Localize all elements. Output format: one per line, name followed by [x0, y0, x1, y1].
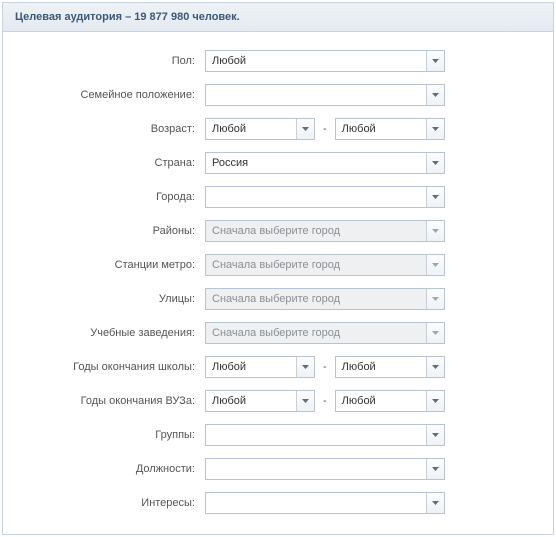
row-metro: Станции метро: Сначала выберите город — [23, 254, 533, 276]
row-country: Страна: Россия — [23, 152, 533, 174]
select-value: Сначала выберите город — [206, 225, 426, 237]
row-groups: Группы: — [23, 424, 533, 446]
select-value: Любой — [206, 395, 296, 407]
label-groups: Группы: — [23, 429, 205, 441]
select-value: Сначала выберите город — [206, 293, 426, 305]
chevron-down-icon — [426, 85, 444, 105]
label-cities: Города: — [23, 191, 205, 203]
label-gender: Пол: — [23, 55, 205, 67]
chevron-down-icon — [426, 323, 444, 343]
country-select[interactable]: Россия — [205, 152, 445, 174]
row-schools: Учебные заведения: Сначала выберите горо… — [23, 322, 533, 344]
chevron-down-icon — [426, 493, 444, 513]
chevron-down-icon — [426, 187, 444, 207]
chevron-down-icon — [426, 119, 444, 139]
chevron-down-icon — [426, 153, 444, 173]
label-districts: Районы: — [23, 225, 205, 237]
row-school-years: Годы окончания школы: Любой - Любой — [23, 356, 533, 378]
label-uni-years: Годы окончания ВУЗа: — [23, 395, 205, 407]
age-from-select[interactable]: Любой — [205, 118, 315, 140]
schools-select: Сначала выберите город — [205, 322, 445, 344]
streets-select: Сначала выберите город — [205, 288, 445, 310]
panel-body: Пол: Любой Семейное положение: Возраст: — [3, 32, 553, 534]
chevron-down-icon — [426, 289, 444, 309]
row-interests: Интересы: — [23, 492, 533, 514]
select-value: Любой — [336, 395, 426, 407]
row-districts: Районы: Сначала выберите город — [23, 220, 533, 242]
school-years-from-select[interactable]: Любой — [205, 356, 315, 378]
select-value: Любой — [206, 361, 296, 373]
select-value: Сначала выберите город — [206, 259, 426, 271]
label-country: Страна: — [23, 157, 205, 169]
range-dash: - — [321, 395, 329, 407]
label-interests: Интересы: — [23, 497, 205, 509]
metro-select: Сначала выберите город — [205, 254, 445, 276]
label-marital: Семейное положение: — [23, 89, 205, 101]
chevron-down-icon — [426, 425, 444, 445]
row-age: Возраст: Любой - Любой — [23, 118, 533, 140]
label-positions: Должности: — [23, 463, 205, 475]
select-value: Россия — [206, 157, 426, 169]
chevron-down-icon — [426, 391, 444, 411]
targeting-panel: Целевая аудитория – 19 877 980 человек. … — [2, 2, 554, 535]
school-years-to-select[interactable]: Любой — [335, 356, 445, 378]
select-value: Любой — [206, 55, 426, 67]
chevron-down-icon — [296, 357, 314, 377]
chevron-down-icon — [426, 51, 444, 71]
districts-select: Сначала выберите город — [205, 220, 445, 242]
row-uni-years: Годы окончания ВУЗа: Любой - Любой — [23, 390, 533, 412]
chevron-down-icon — [426, 459, 444, 479]
row-gender: Пол: Любой — [23, 50, 533, 72]
label-metro: Станции метро: — [23, 259, 205, 271]
label-schools: Учебные заведения: — [23, 327, 205, 339]
marital-select[interactable] — [205, 84, 445, 106]
label-streets: Улицы: — [23, 293, 205, 305]
chevron-down-icon — [296, 119, 314, 139]
range-dash: - — [321, 361, 329, 373]
select-value: Любой — [206, 123, 296, 135]
chevron-down-icon — [426, 255, 444, 275]
label-school-years: Годы окончания школы: — [23, 361, 205, 373]
cities-select[interactable] — [205, 186, 445, 208]
row-marital: Семейное положение: — [23, 84, 533, 106]
row-cities: Города: — [23, 186, 533, 208]
chevron-down-icon — [426, 221, 444, 241]
select-value: Любой — [336, 361, 426, 373]
range-dash: - — [321, 123, 329, 135]
positions-select[interactable] — [205, 458, 445, 480]
interests-select[interactable] — [205, 492, 445, 514]
gender-select[interactable]: Любой — [205, 50, 445, 72]
uni-years-to-select[interactable]: Любой — [335, 390, 445, 412]
select-value: Любой — [336, 123, 426, 135]
row-streets: Улицы: Сначала выберите город — [23, 288, 533, 310]
uni-years-from-select[interactable]: Любой — [205, 390, 315, 412]
select-value: Сначала выберите город — [206, 327, 426, 339]
age-to-select[interactable]: Любой — [335, 118, 445, 140]
groups-select[interactable] — [205, 424, 445, 446]
row-positions: Должности: — [23, 458, 533, 480]
panel-header: Целевая аудитория – 19 877 980 человек. — [3, 3, 553, 32]
chevron-down-icon — [426, 357, 444, 377]
chevron-down-icon — [296, 391, 314, 411]
header-title: Целевая аудитория – 19 877 980 человек. — [15, 11, 240, 23]
label-age: Возраст: — [23, 123, 205, 135]
